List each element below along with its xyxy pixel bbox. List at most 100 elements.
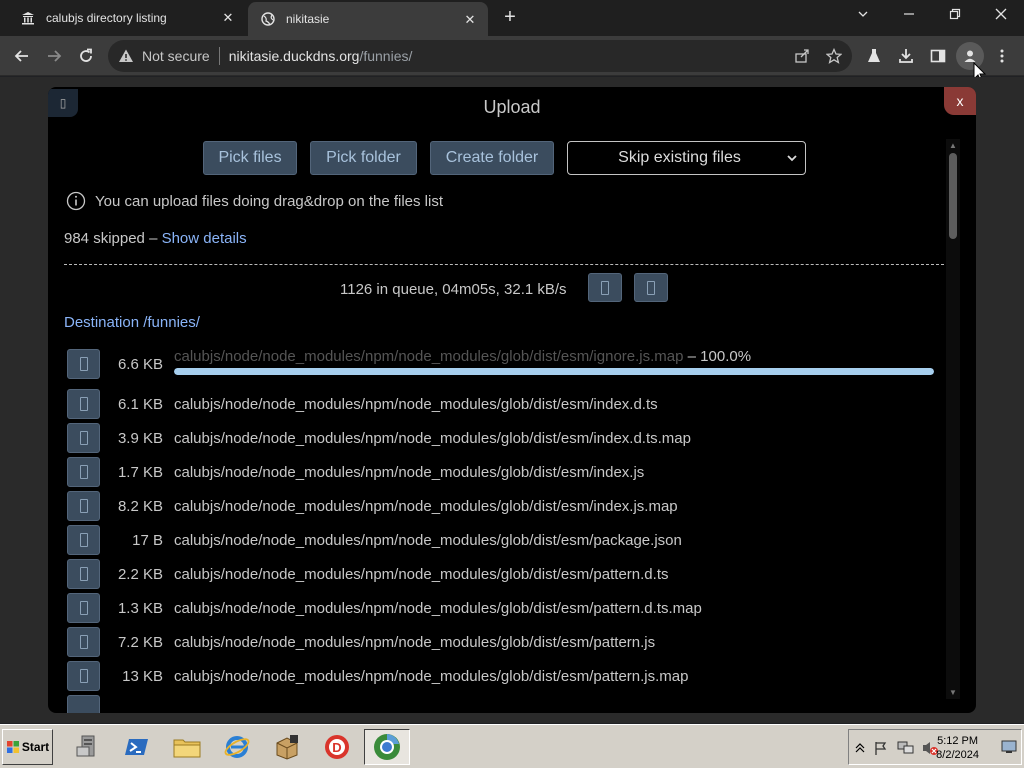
cancel-file-button[interactable] [67,661,100,691]
file-size: 17 B [132,532,163,549]
show-desktop-icon[interactable] [1001,740,1017,754]
pick-folder-button[interactable]: Pick folder [310,141,417,175]
clock-time: 5:12 PM [937,735,979,747]
dialog-scrollbar[interactable]: ▲ ▼ [946,139,960,699]
side-panel-icon[interactable] [924,42,952,70]
file-row: 7.2 KB calubjs/node/node_modules/npm/nod… [48,627,948,661]
pick-files-button[interactable]: Pick files [203,141,297,175]
tab-search-chevron-icon[interactable] [840,0,886,30]
file-path: calubjs/node/node_modules/npm/node_modul… [174,566,669,583]
package-installer-icon[interactable] [264,729,310,765]
internet-explorer-icon[interactable] [214,729,260,765]
start-button[interactable]: Start [2,729,53,765]
cancel-file-button[interactable] [67,525,100,555]
menu-kebab-icon[interactable] [988,42,1016,70]
chrome-taskbar-icon[interactable] [364,729,410,765]
file-row: 13 KB calubjs/node/node_modules/npm/node… [48,661,948,695]
clock[interactable]: 5:12 PM 8/2/2024 [936,734,979,762]
scroll-down-icon[interactable]: ▼ [949,688,957,697]
cancel-file-button[interactable] [67,695,100,713]
cancel-file-button[interactable] [67,559,100,589]
pause-queue-button[interactable] [588,273,622,302]
chevron-down-icon [787,155,797,162]
file-path-text: calubjs/node/node_modules/npm/node_modul… [174,348,684,365]
not-secure-label[interactable]: Not secure [142,48,210,64]
scrollbar-thumb[interactable] [949,153,957,239]
progress-fill [174,368,934,375]
new-tab-button[interactable]: + [498,6,522,30]
queue-status: 1126 in queue, 04m05s, 32.1 kB/s [340,281,567,298]
tab-nikitasie[interactable]: nikitasie ✕ [248,2,488,36]
file-explorer-icon[interactable] [164,729,210,765]
cancel-file-button[interactable] [67,627,100,657]
file-row: 17 B calubjs/node/node_modules/npm/node_… [48,525,948,559]
file-size: 1.3 KB [117,600,163,617]
drag-drop-hint: You can upload files doing drag&drop on … [66,191,443,211]
restore-icon[interactable] [932,0,978,30]
back-arrow-icon[interactable] [8,42,36,70]
tab-title: nikitasie [286,12,330,26]
file-path: calubjs/node/node_modules/npm/node_modul… [174,634,656,651]
tab-strip: calubjs directory listing ✕ nikitasie ✕ … [0,0,1024,36]
file-row: 6.6 KB calubjs/node/node_modules/npm/nod… [48,348,948,383]
red-circle-app-icon[interactable]: D [314,729,360,765]
address-bar[interactable]: Not secure nikitasie.duckdns.org/funnies… [108,40,852,72]
labs-flask-icon[interactable] [860,42,888,70]
cancel-file-button[interactable] [67,491,100,521]
powershell-icon[interactable] [114,729,160,765]
show-hidden-icons-icon[interactable] [855,742,865,754]
close-window-icon[interactable] [978,0,1024,30]
file-path: calubjs/node/node_modules/npm/node_modul… [174,348,751,365]
forward-arrow-icon[interactable] [40,42,68,70]
file-path: calubjs/node/node_modules/npm/node_modul… [174,668,689,685]
cancel-file-button[interactable] [67,593,100,623]
bank-icon [20,10,36,26]
upload-progress-bar [174,368,934,375]
create-folder-button[interactable]: Create folder [430,141,554,175]
file-progress: – 100.0% [683,348,752,365]
cancel-file-button[interactable] [67,349,100,379]
minimize-icon[interactable] [886,0,932,30]
windows-logo-icon [6,741,19,753]
divider [64,264,944,265]
tab-directory-listing[interactable]: calubjs directory listing ✕ [0,0,246,36]
file-path: calubjs/node/node_modules/npm/node_modul… [174,498,678,515]
scroll-up-icon[interactable]: ▲ [949,141,957,150]
reload-icon[interactable] [72,42,100,70]
start-label: Start [21,740,50,754]
cancel-file-button[interactable] [67,457,100,487]
tab-title: calubjs directory listing [46,11,167,25]
file-path: calubjs/node/node_modules/npm/node_modul… [174,600,702,617]
file-size: 6.6 KB [117,356,163,373]
close-tab-icon[interactable]: ✕ [462,12,478,28]
cancel-file-button[interactable] [67,423,100,453]
square-icon [79,397,88,411]
action-center-flag-icon[interactable] [873,740,889,756]
share-icon[interactable] [794,48,810,64]
cancel-file-button[interactable] [67,389,100,419]
file-row: 3.9 KB calubjs/node/node_modules/npm/nod… [48,423,948,457]
existing-files-mode-select[interactable]: Skip existing files [567,141,806,175]
bookmark-star-icon[interactable] [826,48,842,64]
file-size: 2.2 KB [117,566,163,583]
stop-queue-button[interactable] [634,273,668,302]
close-tab-icon[interactable]: ✕ [220,10,236,26]
server-manager-icon[interactable] [64,729,110,765]
file-size: 8.2 KB [117,498,163,515]
square-icon [79,533,88,547]
dialog-title: Upload [483,97,541,117]
file-size: 13 KB [122,668,163,685]
close-dialog-button[interactable]: x [944,87,976,115]
globe-icon [260,11,276,27]
square-icon [601,281,609,295]
show-details-link[interactable]: Show details [162,230,247,247]
file-row: 1.7 KB calubjs/node/node_modules/npm/nod… [48,457,948,491]
info-icon [66,191,86,211]
file-row: 8.2 KB calubjs/node/node_modules/npm/nod… [48,491,948,525]
download-icon[interactable] [892,42,920,70]
file-row-partial [48,695,948,713]
square-icon [79,601,88,615]
file-size: 7.2 KB [117,634,163,651]
network-icon[interactable] [897,740,915,756]
taskbar: Start D 5:12 PM 8/2/2024 [0,724,1024,768]
